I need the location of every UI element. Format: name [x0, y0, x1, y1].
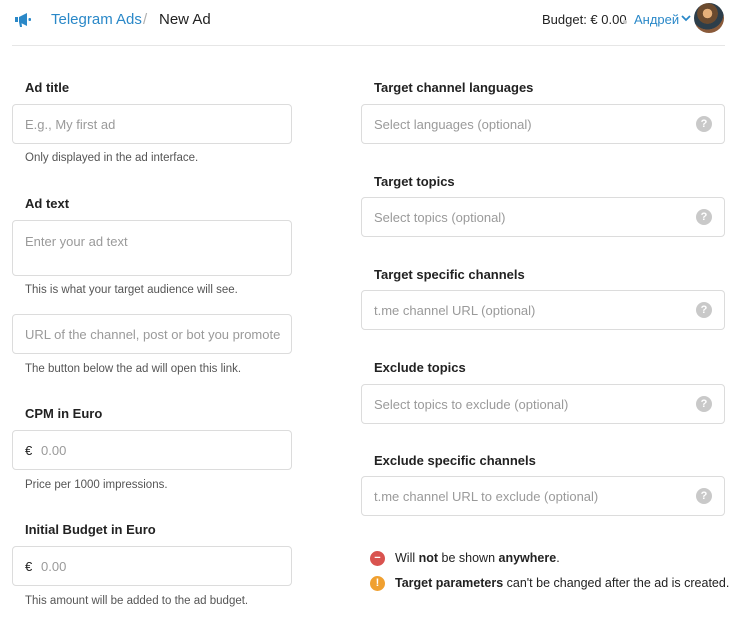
- exclude-topics-label: Exclude topics: [374, 360, 466, 375]
- topics-label: Target topics: [374, 174, 455, 189]
- chevron-down-icon[interactable]: [681, 15, 691, 22]
- warning-icon: !: [370, 576, 385, 591]
- ad-title-input[interactable]: E.g., My first ad: [12, 104, 292, 144]
- ad-title-label: Ad title: [25, 80, 70, 95]
- budget-placeholder: 0.00: [41, 559, 67, 574]
- budget-currency-symbol: €: [25, 559, 33, 574]
- url-input[interactable]: URL of the channel, post or bot you prom…: [12, 314, 292, 354]
- minus-circle-icon: −: [370, 551, 385, 566]
- brand-link[interactable]: Telegram Ads: [51, 11, 142, 28]
- channels-placeholder: t.me channel URL (optional): [374, 303, 536, 318]
- help-icon[interactable]: ?: [696, 488, 712, 504]
- url-hint: The button below the ad will open this l…: [25, 363, 242, 375]
- topics-select[interactable]: Select topics (optional) ?: [361, 197, 725, 237]
- help-icon[interactable]: ?: [696, 302, 712, 318]
- channels-input[interactable]: t.me channel URL (optional) ?: [361, 290, 725, 330]
- megaphone-icon: [15, 13, 31, 27]
- ad-title-placeholder: E.g., My first ad: [25, 117, 116, 132]
- channels-label: Target specific channels: [374, 267, 525, 282]
- languages-label: Target channel languages: [374, 80, 534, 95]
- target-params-text: Target parameters can't be changed after…: [395, 576, 730, 590]
- cpm-hint: Price per 1000 impressions.: [25, 479, 168, 491]
- divider-dot: [623, 20, 627, 24]
- budget-hint: This amount will be added to the ad budg…: [25, 595, 249, 607]
- help-icon[interactable]: ?: [696, 116, 712, 132]
- exclude-topics-select[interactable]: Select topics to exclude (optional) ?: [361, 384, 725, 424]
- budget-label: Initial Budget in Euro: [25, 522, 156, 537]
- ad-text-placeholder: Enter your ad text: [25, 234, 128, 249]
- cpm-input[interactable]: € 0.00: [12, 430, 292, 470]
- cpm-placeholder: 0.00: [41, 443, 67, 458]
- top-bar: Telegram Ads / New Ad Budget: € 0.00 Анд…: [12, 0, 725, 46]
- target-params-note: ! Target parameters can't be changed aft…: [370, 576, 729, 592]
- cpm-currency-symbol: €: [25, 443, 33, 458]
- ad-text-hint: This is what your target audience will s…: [25, 284, 238, 296]
- breadcrumb-separator: /: [143, 11, 148, 28]
- ad-text-label: Ad text: [25, 196, 70, 211]
- languages-select[interactable]: Select languages (optional) ?: [361, 104, 725, 144]
- help-icon[interactable]: ?: [696, 396, 712, 412]
- ad-title-hint: Only displayed in the ad interface.: [25, 152, 199, 164]
- exclude-topics-placeholder: Select topics to exclude (optional): [374, 397, 569, 412]
- url-placeholder: URL of the channel, post or bot you prom…: [25, 327, 281, 342]
- budget-display[interactable]: Budget: € 0.00: [542, 12, 627, 27]
- exclude-channels-label: Exclude specific channels: [374, 453, 536, 468]
- topics-placeholder: Select topics (optional): [374, 210, 506, 225]
- not-shown-text: Will not be shown anywhere.: [395, 551, 560, 565]
- ad-text-textarea[interactable]: Enter your ad text: [12, 220, 292, 276]
- user-menu[interactable]: Андрей: [634, 12, 679, 27]
- help-icon[interactable]: ?: [696, 209, 712, 225]
- exclude-channels-placeholder: t.me channel URL to exclude (optional): [374, 489, 599, 504]
- page-title: New Ad: [159, 11, 211, 28]
- avatar[interactable]: [694, 3, 724, 33]
- languages-placeholder: Select languages (optional): [374, 117, 532, 132]
- exclude-channels-input[interactable]: t.me channel URL to exclude (optional) ?: [361, 476, 725, 516]
- cpm-label: CPM in Euro: [25, 406, 103, 421]
- budget-input[interactable]: € 0.00: [12, 546, 292, 586]
- not-shown-note: − Will not be shown anywhere.: [370, 551, 720, 567]
